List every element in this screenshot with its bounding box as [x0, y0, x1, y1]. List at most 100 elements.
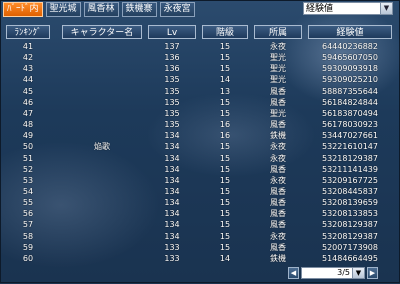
cell-exp: 52007173908 [322, 242, 378, 252]
cell-grade: 15 [219, 231, 231, 241]
cell-faction: 風香 [270, 198, 286, 208]
cell-name [62, 130, 142, 141]
cell-name [62, 86, 142, 97]
tab-tekki[interactable]: 鉄機寨 [121, 2, 157, 17]
cell-grade: 14 [219, 75, 231, 85]
cell-name [62, 97, 142, 108]
tab-eiya[interactable]: 永夜宮 [159, 2, 195, 17]
cell-faction: 永夜 [270, 142, 286, 152]
cell-lv: 135 [164, 120, 180, 130]
cell-grade: 15 [219, 198, 231, 208]
column-header-rank[interactable]: ﾗﾝｷﾝｸﾞ [6, 25, 50, 39]
column-header-level[interactable]: Lv [148, 25, 196, 39]
cell-lv: 135 [164, 75, 180, 85]
cell-name: 焔歌 [94, 142, 110, 152]
cell-grade: 15 [219, 164, 231, 174]
cell-name [62, 63, 142, 74]
cell-rank: 49 [22, 131, 34, 141]
cell-rank: 50 [22, 142, 34, 152]
cell-name [62, 41, 142, 52]
cell-grade: 16 [219, 120, 231, 130]
cell-faction: 鉄機 [270, 253, 286, 263]
prev-page-button[interactable]: ◀ [288, 267, 299, 279]
cell-name [62, 253, 142, 264]
cell-rank: 60 [22, 253, 34, 263]
cell-exp: 59465607050 [322, 53, 378, 63]
tab-bard[interactable]: ﾊﾞｰﾄﾞ内 [3, 2, 43, 17]
cell-grade: 15 [219, 53, 231, 63]
cell-lv: 134 [164, 209, 180, 219]
sort-selected-label: 経験値 [306, 4, 334, 14]
cell-faction: 風香 [270, 220, 286, 230]
cell-name [62, 108, 142, 119]
cell-exp: 51484664495 [322, 253, 378, 263]
cell-faction: 風香 [270, 164, 286, 174]
cell-rank: 52 [22, 164, 34, 174]
cell-faction: 風香 [270, 209, 286, 219]
cell-exp: 53208445837 [322, 186, 378, 196]
cell-lv: 134 [164, 231, 180, 241]
cell-grade: 15 [219, 42, 231, 51]
column-header-grade[interactable]: 階級 [202, 25, 248, 39]
sort-dropdown[interactable]: 経験値 ▼ [303, 2, 393, 15]
page-select[interactable]: 3/5 ▼ [301, 267, 365, 279]
cell-exp: 53211141439 [322, 164, 378, 174]
cell-faction: 永夜 [270, 153, 286, 163]
cell-faction: 風香 [270, 120, 286, 130]
cell-lv: 136 [164, 53, 180, 63]
cell-exp: 53208133853 [322, 209, 378, 219]
tab-seiko[interactable]: 聖光城 [45, 2, 81, 17]
cell-rank: 45 [22, 86, 34, 96]
cell-lv: 133 [164, 242, 180, 252]
tab-fuka[interactable]: 風香林 [83, 2, 119, 17]
cell-exp: 64440236882 [322, 42, 378, 51]
page-number: 3/5 [337, 268, 350, 277]
cell-lv: 133 [164, 253, 180, 263]
cell-grade: 15 [219, 97, 231, 107]
cell-grade: 15 [219, 220, 231, 230]
cell-rank: 59 [22, 242, 34, 252]
cell-exp: 53218129387 [322, 153, 378, 163]
next-page-button[interactable]: ▶ [367, 267, 378, 279]
cell-rank: 44 [22, 75, 34, 85]
cell-grade: 13 [219, 86, 231, 96]
cell-lv: 135 [164, 108, 180, 118]
cell-lv: 137 [164, 42, 180, 51]
cell-faction: 風香 [270, 86, 286, 96]
cell-grade: 15 [219, 142, 231, 152]
cell-grade: 15 [219, 175, 231, 185]
cell-name [62, 52, 142, 63]
cell-exp: 53208129387 [322, 231, 378, 241]
cell-lv: 135 [164, 86, 180, 96]
cell-name [62, 186, 142, 197]
cell-rank: 57 [22, 220, 34, 230]
cell-exp: 53209167725 [322, 175, 378, 185]
column-header-name[interactable]: キャラクター名 [62, 25, 142, 39]
cell-grade: 15 [219, 108, 231, 118]
column-header-exp[interactable]: 経験値 [308, 25, 392, 39]
cell-grade: 15 [219, 242, 231, 252]
cell-rank: 43 [22, 64, 34, 74]
cell-exp: 58887355644 [322, 86, 378, 96]
cell-rank: 56 [22, 209, 34, 219]
cell-name [62, 74, 142, 85]
cell-faction: 聖光 [270, 53, 286, 63]
cell-lv: 134 [164, 198, 180, 208]
cell-exp: 56178030923 [322, 120, 378, 130]
chevron-down-icon[interactable]: ▼ [380, 3, 392, 14]
column-header-faction[interactable]: 所属 [254, 25, 302, 39]
cell-lv: 136 [164, 64, 180, 74]
chevron-down-icon[interactable]: ▼ [352, 268, 364, 278]
cell-faction: 永夜 [270, 42, 286, 51]
cell-name [62, 208, 142, 219]
cell-name [62, 153, 142, 164]
cell-lv: 134 [164, 186, 180, 196]
cell-exp: 59309093918 [322, 64, 378, 74]
cell-grade: 14 [219, 253, 231, 263]
cell-exp: 59309025210 [322, 75, 378, 85]
cell-rank: 41 [22, 42, 34, 51]
cell-lv: 134 [164, 164, 180, 174]
cell-lv: 134 [164, 142, 180, 152]
cell-faction: 聖光 [270, 108, 286, 118]
cell-faction: 風香 [270, 186, 286, 196]
